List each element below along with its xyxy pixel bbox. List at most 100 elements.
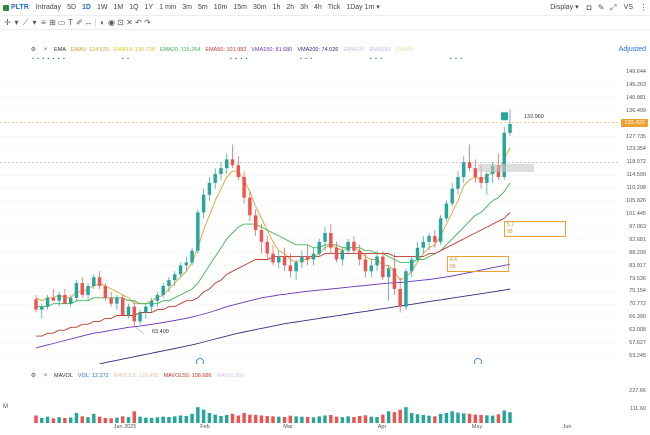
- volume-bar: [248, 414, 252, 423]
- measure-icon[interactable]: ↔: [84, 18, 93, 27]
- date-tick-label: Feb: [200, 424, 210, 430]
- price-tick-label: 97.063: [629, 223, 646, 230]
- candle: [317, 241, 321, 254]
- timeframe-1d[interactable]: 1D: [79, 2, 94, 14]
- close-icon[interactable]: ×: [42, 46, 49, 53]
- candle: [259, 230, 264, 242]
- candle: [444, 203, 449, 219]
- volume-bar: [236, 415, 241, 423]
- undo-icon[interactable]: ↶: [134, 18, 143, 27]
- timeframe-1q[interactable]: 1Q: [126, 2, 141, 14]
- timeframe-4h[interactable]: 4h: [311, 2, 325, 14]
- chevron-down-icon[interactable]: ▾: [12, 18, 21, 27]
- timeframe-2h[interactable]: 2h: [283, 2, 297, 14]
- candle: [409, 259, 414, 272]
- candle: [40, 306, 44, 310]
- volume-bar: [363, 415, 368, 423]
- volume-bar: [242, 412, 246, 423]
- date-tick-label: Apr: [377, 424, 387, 430]
- candle: [369, 265, 374, 272]
- volume-bar: [508, 412, 512, 423]
- volume-bar: [317, 416, 321, 423]
- vs-button[interactable]: VS: [621, 2, 636, 14]
- projection-box-2[interactable]: 8.4 99: [447, 256, 509, 272]
- ema150-line: [35, 263, 511, 349]
- timeframe-intraday[interactable]: Intraday: [33, 2, 64, 14]
- fullscreen-icon[interactable]: ⤢: [609, 4, 618, 13]
- adjusted-toggle[interactable]: Adjusted: [619, 46, 646, 53]
- candle: [225, 159, 229, 169]
- close-icon[interactable]: ×: [42, 372, 49, 379]
- candle: [57, 294, 61, 301]
- rectangle-icon[interactable]: ▭: [57, 18, 66, 27]
- candle: [421, 241, 426, 248]
- price-tick-label: 88.299: [629, 249, 646, 256]
- camera-icon[interactable]: ◘: [585, 4, 594, 13]
- candle: [473, 168, 478, 178]
- candle: [109, 297, 113, 304]
- fib-icon[interactable]: ⊞: [48, 18, 57, 27]
- lock-icon[interactable]: ⊡: [116, 18, 125, 27]
- timeframe-30m[interactable]: 30m: [250, 2, 270, 14]
- candle: [282, 256, 287, 266]
- candle: [467, 162, 472, 169]
- timeframe-10m[interactable]: 10m: [211, 2, 231, 14]
- chevron-down-icon[interactable]: ▾: [30, 18, 39, 27]
- event-markers: ▪ ▪ ▪: [370, 56, 384, 62]
- timeframe-1min[interactable]: 1 min: [156, 2, 179, 14]
- price-tick-label: 70.772: [629, 301, 646, 308]
- eye-icon[interactable]: ◉: [107, 18, 116, 27]
- symbol-label[interactable]: PLTR: [3, 4, 29, 11]
- timeframe-3m[interactable]: 3m: [179, 2, 195, 14]
- candle: [68, 297, 73, 304]
- volume-bar: [433, 416, 437, 423]
- timeframe-3h[interactable]: 3h: [297, 2, 311, 14]
- candle: [381, 256, 385, 278]
- text-icon[interactable]: T: [66, 18, 75, 27]
- volume-bar: [421, 414, 426, 423]
- display-button[interactable]: Display ▾: [547, 2, 581, 14]
- date-tick-label: Jan 2025: [113, 424, 137, 430]
- crosshair-icon[interactable]: ✛: [3, 18, 12, 27]
- price-chart[interactable]: [0, 64, 618, 364]
- timeframe-1h[interactable]: 1h: [270, 2, 284, 14]
- trendline-icon[interactable]: ⟋: [21, 18, 30, 27]
- candle: [294, 262, 298, 272]
- timeframe-tick[interactable]: Tick: [325, 2, 344, 14]
- timeframe-1m[interactable]: 1M: [110, 2, 126, 14]
- price-tick-label: 79.536: [629, 275, 646, 282]
- volume-bar: [438, 413, 443, 423]
- candle: [450, 188, 454, 204]
- range-select[interactable]: 1Day 1m ▾: [343, 2, 383, 14]
- magnet-icon[interactable]: ◐: [98, 18, 107, 27]
- edit-icon[interactable]: ✎: [597, 4, 606, 13]
- brush-icon[interactable]: ✐: [75, 18, 84, 27]
- projection-box-1[interactable]: 5.7 99: [504, 221, 566, 237]
- volume-bar: [392, 412, 397, 423]
- price-tick-label: 101.445: [626, 210, 646, 217]
- price-tick-label: 149.644: [626, 69, 646, 75]
- date-axis: Jan 2025 Feb Mar Apr May Jun: [0, 423, 618, 435]
- event-markers: ▪ ▪ ▪ ▪: [230, 56, 249, 62]
- timeframe-1y[interactable]: 1Y: [142, 2, 157, 14]
- more-icon[interactable]: ⋮: [639, 4, 648, 13]
- volume-chart[interactable]: [0, 383, 618, 423]
- redo-icon[interactable]: ↷: [143, 18, 152, 27]
- candle: [398, 288, 402, 307]
- timeframe-15m[interactable]: 15m: [230, 2, 250, 14]
- price-axis[interactable]: 149.644 145.263 140.881 136.499 132.420 127.7…: [618, 64, 650, 364]
- candle: [80, 283, 84, 295]
- volume-bar: [207, 412, 212, 423]
- settings-icon[interactable]: ⚙: [30, 46, 37, 53]
- settings-icon[interactable]: ⚙: [30, 372, 37, 379]
- crosshair-readout: [478, 164, 534, 172]
- candle: [132, 306, 137, 322]
- candle: [178, 265, 183, 275]
- channel-icon[interactable]: ≡: [39, 18, 48, 27]
- timeframe-5d[interactable]: 5D: [64, 2, 79, 14]
- indicator-legend: ⚙ × EMA EMA5: 124.625 EMA10: 130.738 EMA…: [30, 46, 414, 53]
- timeframe-1w[interactable]: 1W: [94, 2, 111, 14]
- trash-icon[interactable]: ✕: [125, 18, 134, 27]
- timeframe-5m[interactable]: 5m: [195, 2, 211, 14]
- price-tick-label: 123.354: [626, 146, 646, 153]
